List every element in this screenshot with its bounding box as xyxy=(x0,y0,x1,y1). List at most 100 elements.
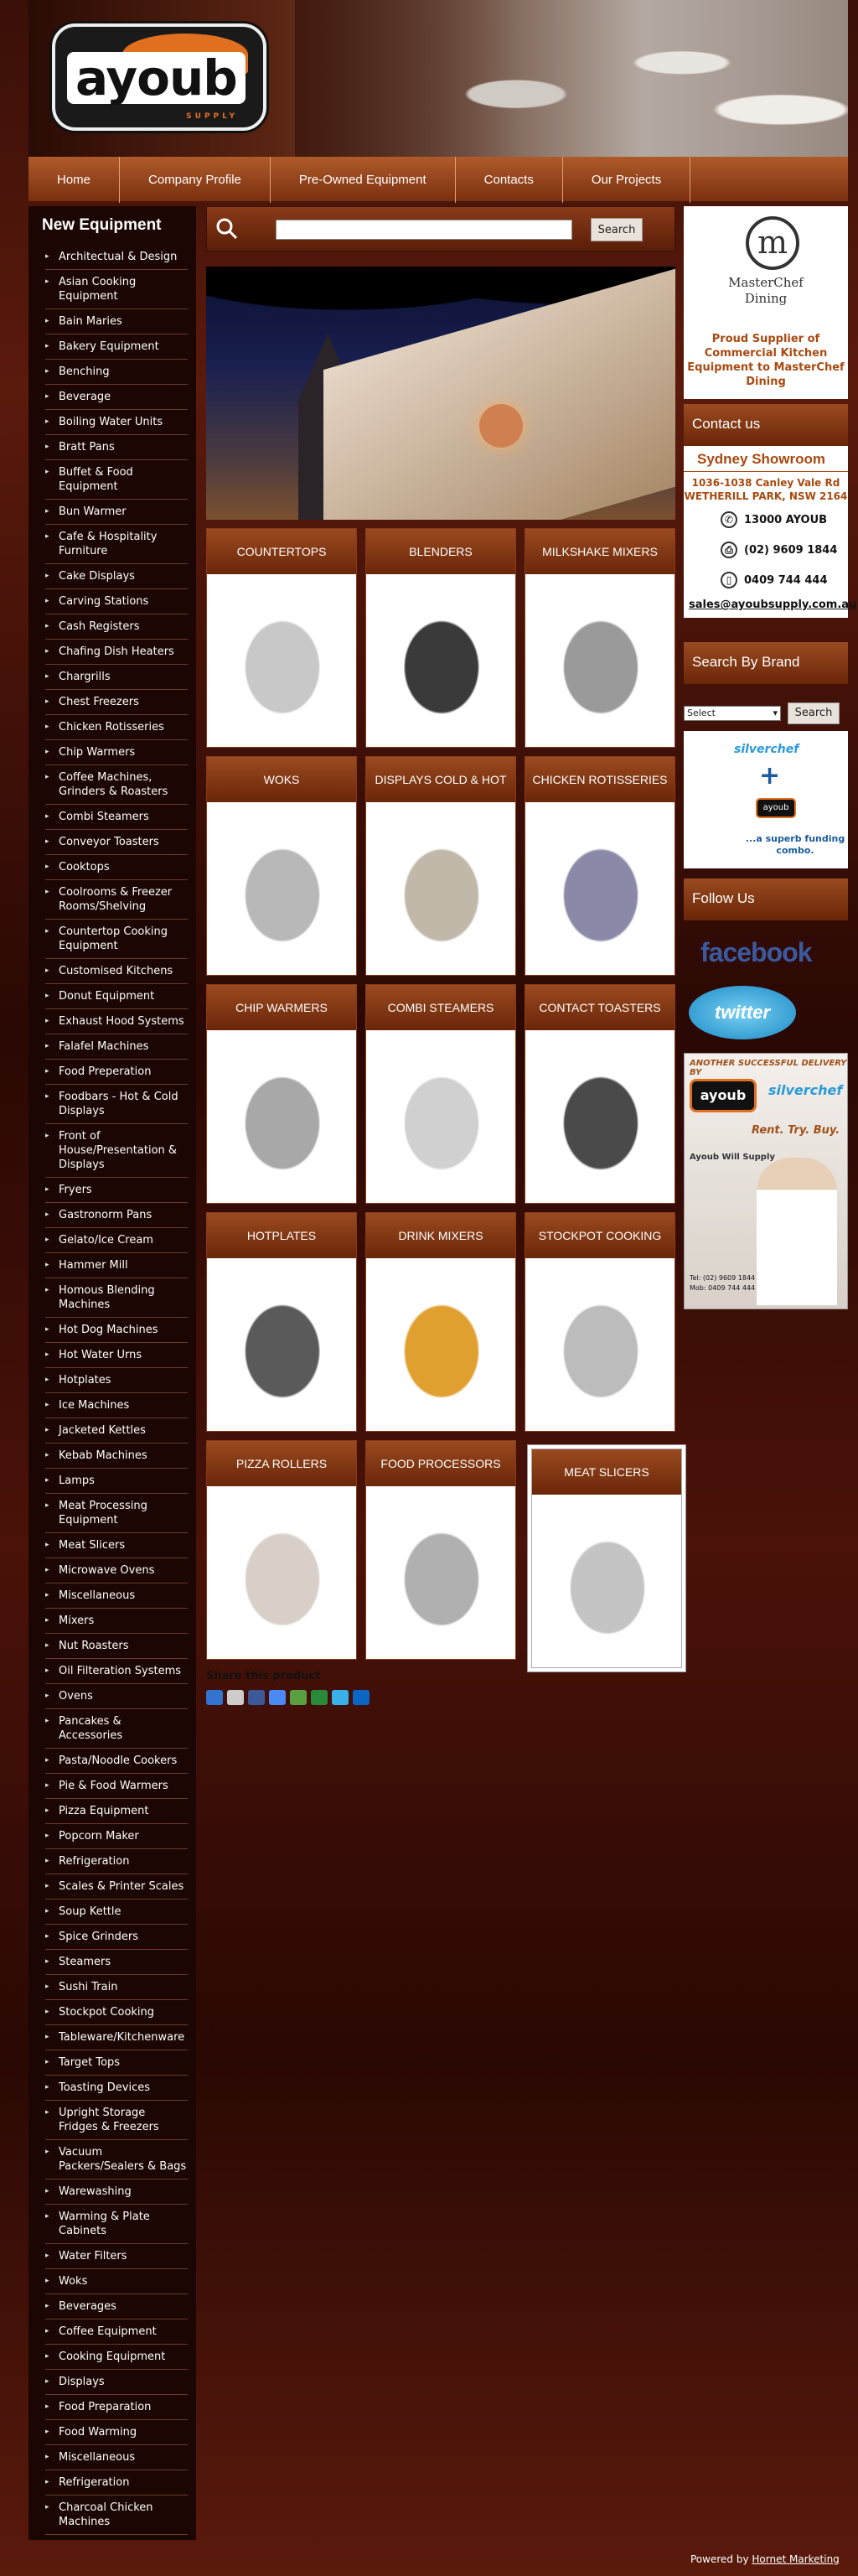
category-title[interactable]: DISPLAYS COLD & HOT xyxy=(366,757,515,802)
sidebar-item[interactable]: Falafel Machines xyxy=(45,1034,188,1060)
sidebar-item[interactable]: Popcorn Maker xyxy=(45,1824,188,1849)
sidebar-item[interactable]: Stockpot Cooking xyxy=(45,2000,188,2025)
category-title[interactable]: FOOD PROCESSORS xyxy=(366,1441,515,1486)
category-title[interactable]: CHICKEN ROTISSERIES xyxy=(525,757,675,802)
sidebar-item[interactable]: Ovens xyxy=(45,1684,188,1709)
category-image[interactable] xyxy=(375,1496,509,1647)
category-title[interactable]: COUNTERTOPS xyxy=(207,529,356,574)
category-card[interactable]: COUNTERTOPS xyxy=(206,528,357,748)
category-title[interactable]: DRINK MIXERS xyxy=(366,1213,515,1258)
sidebar-item[interactable]: Pancakes & Accessories xyxy=(45,1709,188,1749)
sidebar-item[interactable]: Refrigeration xyxy=(45,1849,188,1874)
category-title[interactable]: WOKS xyxy=(207,757,356,802)
sidebar-item[interactable]: Lamps xyxy=(45,1469,188,1494)
category-title[interactable]: PIZZA ROLLERS xyxy=(207,1441,356,1486)
sidebar-item[interactable]: Foodbars - Hot & Cold Displays xyxy=(45,1085,188,1124)
sidebar-item[interactable]: Cooking Equipment xyxy=(45,2345,188,2370)
sidebar-item[interactable]: Food Preperation xyxy=(45,1060,188,1085)
category-card[interactable]: MEAT SLICERS xyxy=(531,1449,682,1668)
nav-contacts[interactable]: Contacts xyxy=(456,157,563,203)
sidebar-item[interactable]: Soup Kettle xyxy=(45,1900,188,1925)
nav-home[interactable]: Home xyxy=(28,157,121,203)
category-card[interactable]: CHICKEN ROTISSERIES xyxy=(525,756,675,976)
sidebar-item[interactable]: Steamers xyxy=(45,1950,188,1975)
sidebar-item[interactable]: Tableware/Kitchenware xyxy=(45,2025,188,2050)
sidebar-item[interactable]: Warming & Plate Cabinets xyxy=(45,2205,188,2244)
search-input[interactable] xyxy=(276,220,572,240)
category-image[interactable] xyxy=(540,1505,675,1656)
category-card[interactable]: WOKS xyxy=(206,756,357,976)
silverchef-promo[interactable]: silverchef + ayoub ...a superb funding c… xyxy=(684,731,848,868)
digg-icon[interactable] xyxy=(227,1690,244,1705)
sidebar-item[interactable]: Displays xyxy=(45,2370,188,2395)
sidebar-item[interactable]: Chest Freezers xyxy=(45,690,188,715)
sidebar-item[interactable]: Toasting Devices xyxy=(45,2076,188,2101)
sidebar-item[interactable]: Food Warming xyxy=(45,2420,188,2445)
sidebar-item[interactable]: Bakery Equipment xyxy=(45,334,188,360)
sidebar-item[interactable]: Hot Dog Machines xyxy=(45,1318,188,1343)
sidebar-item[interactable]: Mixers xyxy=(45,1609,188,1634)
twitter-link[interactable]: twitter xyxy=(689,986,796,1039)
category-image[interactable] xyxy=(534,812,668,963)
category-card[interactable]: PIZZA ROLLERS xyxy=(206,1440,357,1660)
sidebar-item[interactable]: Jacketed Kettles xyxy=(45,1418,188,1443)
sidebar-item[interactable]: Spice Grinders xyxy=(45,1925,188,1950)
nav-our-projects[interactable]: Our Projects xyxy=(563,157,691,203)
sidebar-item[interactable]: Donut Equipment xyxy=(45,984,188,1009)
sidebar-item[interactable]: Coolrooms & Freezer Rooms/Shelving xyxy=(45,880,188,920)
sidebar-item[interactable]: Warewashing xyxy=(45,2179,188,2205)
sidebar-item[interactable]: Boiling Water Units xyxy=(45,410,188,435)
sidebar-item[interactable]: Bun Warmer xyxy=(45,500,188,525)
sidebar-item[interactable]: Bratt Pans xyxy=(45,435,188,460)
mobile-number[interactable]: 0409 744 444 xyxy=(744,574,828,587)
sidebar-item[interactable]: Woks xyxy=(45,2269,188,2294)
sidebar-item[interactable]: Coffee Equipment xyxy=(45,2319,188,2345)
sidebar-item[interactable]: Kebab Machines xyxy=(45,1443,188,1469)
sidebar-item[interactable]: Homous Blending Machines xyxy=(45,1278,188,1318)
category-title[interactable]: HOTPLATES xyxy=(207,1213,356,1258)
category-image[interactable] xyxy=(375,812,509,963)
category-card[interactable]: FOOD PROCESSORS xyxy=(365,1440,516,1660)
search-button[interactable]: Search xyxy=(591,218,643,241)
category-image[interactable] xyxy=(215,1268,349,1419)
sidebar-item[interactable]: Cake Displays xyxy=(45,564,188,589)
category-image[interactable] xyxy=(534,584,668,735)
sidebar-item[interactable]: Customised Kitchens xyxy=(45,959,188,984)
delivery-ad[interactable]: ANOTHER SUCCESSFUL DELIVERY BY ayoub sil… xyxy=(684,1053,848,1309)
sidebar-item[interactable]: Bain Maries xyxy=(45,309,188,334)
sidebar-item[interactable]: Microwave Ovens xyxy=(45,1558,188,1583)
category-card[interactable]: STOCKPOT COOKING xyxy=(525,1212,675,1432)
sidebar-item[interactable]: Scales & Printer Scales xyxy=(45,1874,188,1900)
category-image[interactable] xyxy=(215,1496,349,1647)
category-image[interactable] xyxy=(534,1268,668,1419)
sidebar-item[interactable]: Meat Processing Equipment xyxy=(45,1494,188,1533)
sidebar-item[interactable]: Meat Slicers xyxy=(45,1533,188,1558)
nav-company-profile[interactable]: Company Profile xyxy=(120,157,271,203)
email-link[interactable]: sales@ayoubsupply.com.au xyxy=(684,593,856,618)
brand-search-button[interactable]: Search xyxy=(788,702,840,724)
category-image[interactable] xyxy=(215,812,349,963)
stumbleupon-icon[interactable] xyxy=(290,1690,307,1705)
sidebar-item[interactable]: Hotplates xyxy=(45,1368,188,1393)
category-title[interactable]: BLENDERS xyxy=(366,529,515,574)
sidebar-item[interactable]: Combi Steamers xyxy=(45,805,188,830)
google-icon[interactable] xyxy=(269,1690,286,1705)
sidebar-item[interactable]: Hammer Mill xyxy=(45,1253,188,1278)
brand-select[interactable]: Select ▾ xyxy=(684,706,781,721)
sidebar-item[interactable]: Hot Water Urns xyxy=(45,1343,188,1368)
sidebar-item[interactable]: Cafe & Hospitality Furniture xyxy=(45,525,188,564)
sidebar-item[interactable]: Oil Filteration Systems xyxy=(45,1659,188,1684)
sidebar-item[interactable]: Pie & Food Warmers xyxy=(45,1774,188,1799)
sidebar-item[interactable]: Target Tops xyxy=(45,2050,188,2076)
sidebar-item[interactable]: Gastronorm Pans xyxy=(45,1203,188,1228)
footer-link[interactable]: Hornet Marketing xyxy=(752,2553,839,2565)
sidebar-item[interactable]: Gelato/Ice Cream xyxy=(45,1228,188,1253)
category-card[interactable]: COMBI STEAMERS xyxy=(365,984,516,1204)
category-card[interactable]: DISPLAYS COLD & HOT xyxy=(365,756,516,976)
category-title[interactable]: COMBI STEAMERS xyxy=(366,985,515,1030)
category-title[interactable]: STOCKPOT COOKING xyxy=(525,1213,675,1258)
twitter-share-icon[interactable] xyxy=(332,1690,349,1705)
category-card[interactable]: DRINK MIXERS xyxy=(365,1212,516,1432)
facebook-share-icon[interactable] xyxy=(248,1690,265,1705)
sidebar-item[interactable]: Chargrills xyxy=(45,665,188,690)
